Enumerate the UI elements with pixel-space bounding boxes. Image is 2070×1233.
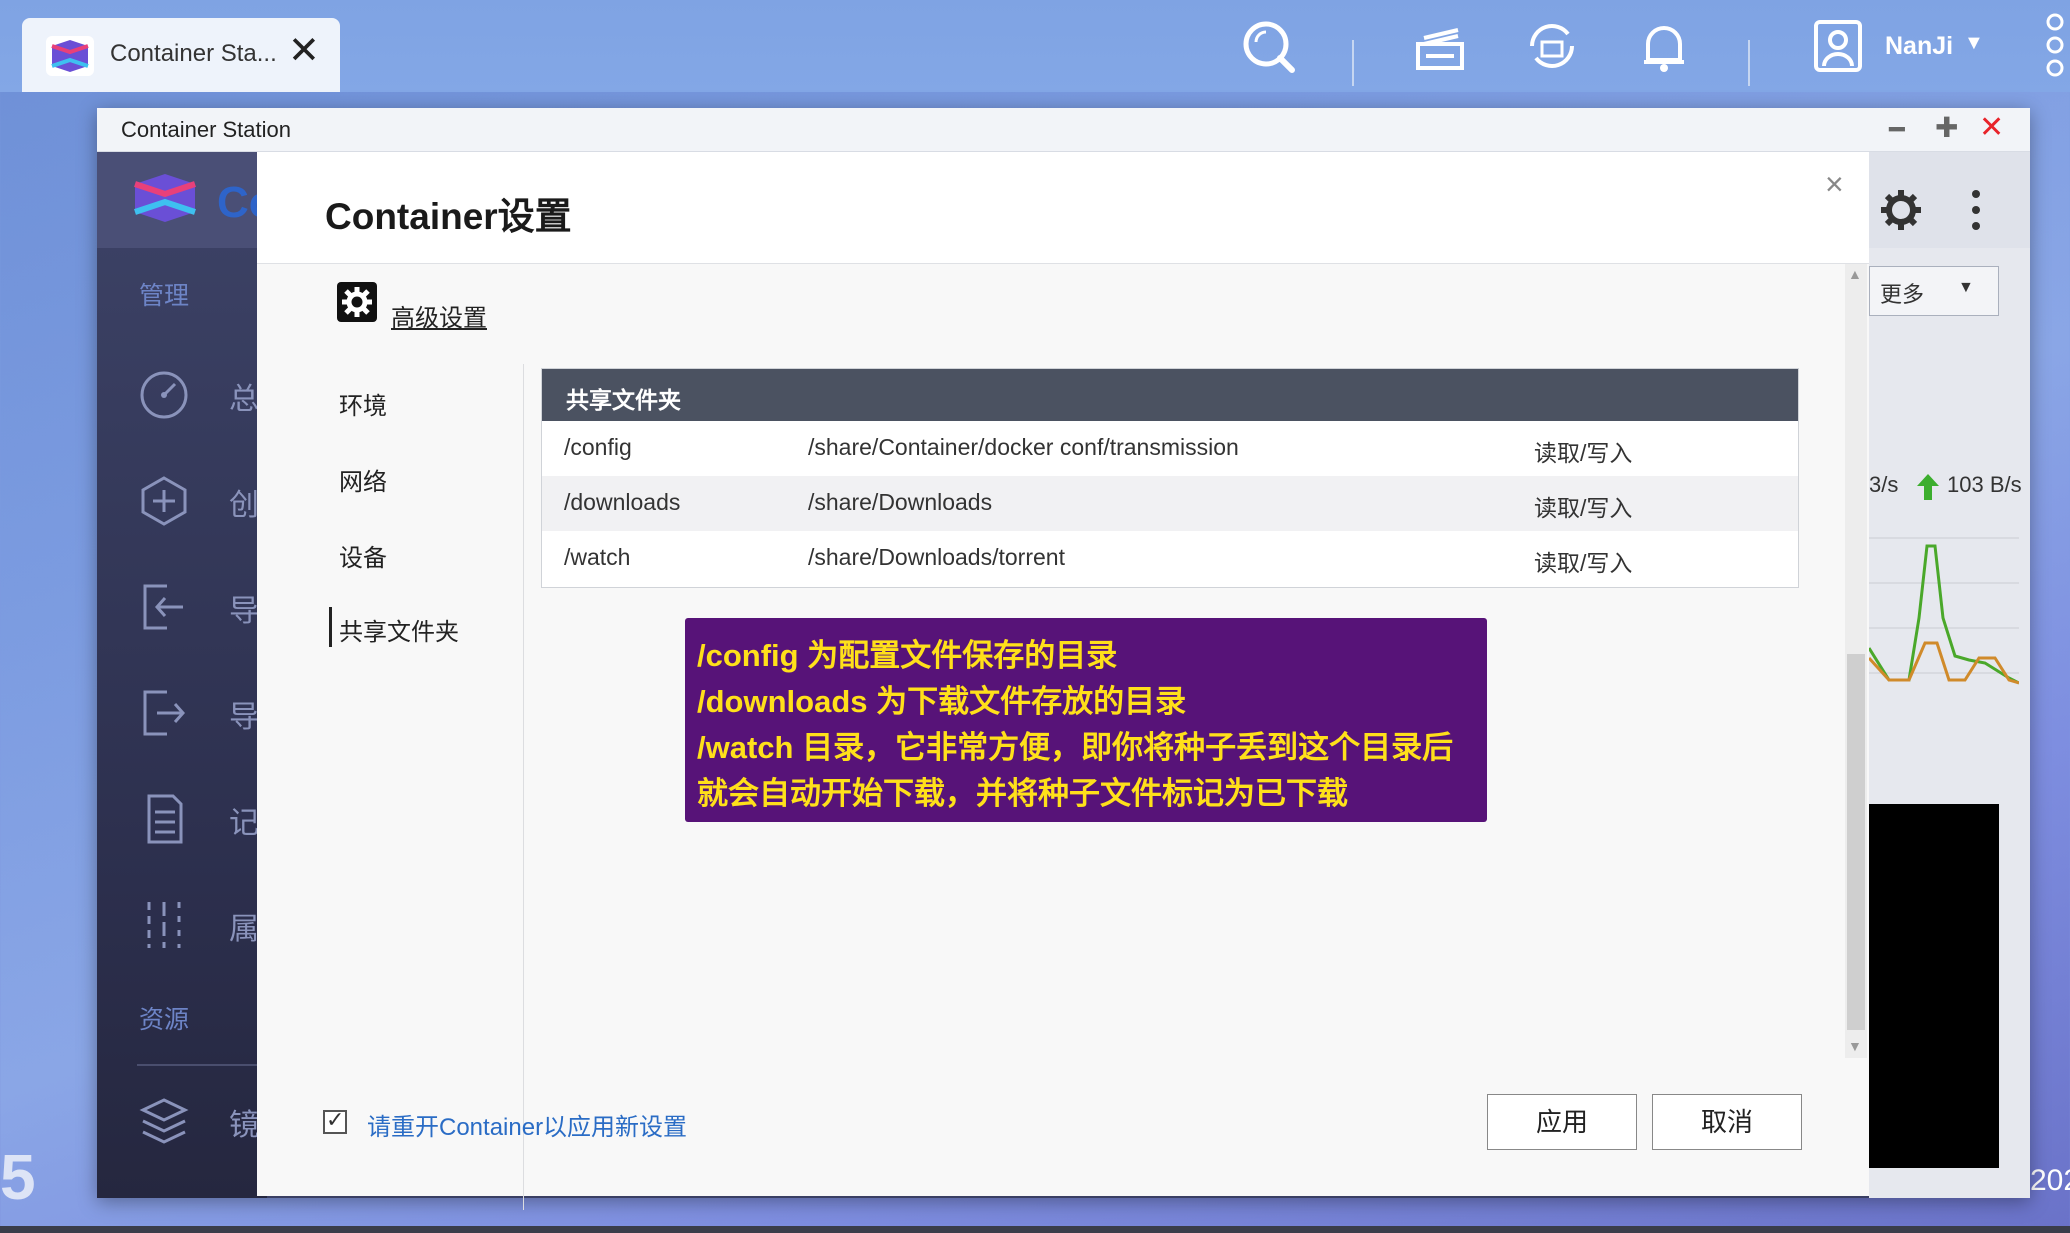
user-name-menu[interactable]: NanJi [1885, 32, 1953, 61]
dialog-header: Container设置 × [257, 152, 1869, 264]
dialog-title: Container设置 [325, 196, 572, 237]
sidebar-section-manage: 管理 [139, 282, 190, 310]
advanced-settings-link[interactable]: 高级设置 [391, 298, 487, 333]
permission-cell: 读取/写入 [1534, 440, 1633, 466]
scroll-up-icon[interactable]: ▲ [1848, 266, 1862, 282]
sidebar-item-overview[interactable]: 总 [229, 374, 259, 418]
sidebar-section-resources: 资源 [139, 1006, 190, 1034]
desktop-clock-fragment: 202 [2030, 1164, 2070, 1197]
mount-point-cell: /downloads [564, 489, 681, 515]
sidebar-divider [137, 1064, 267, 1066]
dashboard-icon[interactable] [137, 368, 191, 422]
mount-point-cell: /config [564, 434, 632, 460]
dialog-close-button[interactable]: × [1825, 166, 1844, 203]
annotation-line: /downloads 为下载文件存放的目录 [697, 684, 1187, 719]
annotation-line: /watch 目录，它非常方便，即你将种子丢到这个目录后 [697, 730, 1454, 765]
more-dropdown-label: 更多 [1880, 282, 1925, 307]
sidebar-item-log[interactable]: 记 [229, 798, 259, 842]
shared-folders-table: 共享文件夹 /config /share/Container/docker co… [541, 368, 1799, 588]
table-header-label: 共享文件夹 [566, 387, 681, 413]
container-station-logo-icon [134, 174, 196, 222]
tab-environment[interactable]: 环境 [339, 386, 387, 421]
sidebar-item-properties[interactable]: 属 [229, 904, 259, 948]
dialog-scrollbar[interactable]: ▲ ▼ [1845, 264, 1867, 1058]
task-queue-icon[interactable] [1410, 16, 1470, 76]
network-download-speed: 3/s [1869, 472, 1899, 497]
apply-button[interactable]: 应用 [1487, 1094, 1637, 1150]
table-row[interactable]: /config /share/Container/docker conf/tra… [542, 421, 1798, 476]
window-titlebar[interactable]: Container Station ━ ✚ ✕ [97, 108, 2030, 152]
more-dropdown[interactable]: 更多 ▼ [1869, 266, 1999, 316]
app-tab-container-station[interactable]: Container Sta... ✕ [22, 18, 340, 92]
notification-bell-icon[interactable] [1634, 16, 1694, 76]
log-icon[interactable] [137, 792, 191, 846]
permission-cell: 读取/写入 [1534, 495, 1633, 521]
scrollbar-thumb[interactable] [1847, 654, 1865, 1030]
table-header: 共享文件夹 [542, 369, 1798, 421]
sync-icon[interactable] [1522, 16, 1582, 76]
annotation-line: 就会自动开始下载，并将种子文件标记为已下载 [697, 776, 1348, 811]
app-tab-close-button[interactable]: ✕ [288, 32, 320, 70]
mount-point-cell: /watch [564, 544, 631, 570]
desktop-taskbar: Container Sta... ✕ NanJi ▼ [0, 0, 2070, 92]
permission-cell: 读取/写入 [1534, 550, 1633, 576]
desktop-bottom-edge [0, 1226, 2070, 1233]
more-options-icon[interactable] [2040, 12, 2070, 78]
tab-network[interactable]: 网络 [339, 462, 387, 497]
sidebar-item-import[interactable]: 导 [229, 586, 259, 630]
annotation-overlay: /config 为配置文件保存的目录 /downloads 为下载文件存放的目录… [685, 618, 1487, 822]
chevron-down-icon[interactable]: ▼ [1964, 32, 1984, 55]
console-preview [1869, 804, 1999, 1168]
container-settings-dialog: Container设置 × 高级设置 环境 网络 设备 共享文件夹 共享文件夹 … [257, 152, 1869, 1210]
search-icon[interactable] [1238, 16, 1298, 76]
app-tab-title: Container Sta... [110, 40, 277, 67]
active-tab-indicator [329, 607, 332, 647]
annotation-line: /config 为配置文件保存的目录 [697, 638, 1118, 673]
host-path-cell: /share/Downloads [808, 489, 993, 515]
taskbar-separator [1748, 40, 1750, 86]
nav-divider [523, 364, 524, 1210]
sidebar-item-export[interactable]: 导 [229, 692, 259, 736]
container-station-logo-icon [46, 36, 94, 76]
properties-icon[interactable] [137, 898, 191, 952]
window-title: Container Station [121, 117, 291, 142]
table-row[interactable]: /downloads /share/Downloads 读取/写入 [542, 476, 1798, 531]
table-row[interactable]: /watch /share/Downloads/torrent 读取/写入 [542, 531, 1798, 586]
restart-checkbox[interactable]: ✓ [323, 1107, 347, 1134]
network-upload-speed: 103 B/s [1947, 472, 2022, 497]
tab-devices[interactable]: 设备 [339, 538, 387, 573]
sidebar-item-create[interactable]: 创 [229, 480, 259, 524]
gear-icon [337, 282, 377, 322]
import-icon[interactable] [137, 580, 191, 634]
create-icon[interactable] [137, 474, 191, 528]
desktop-widget-fragment: 5 [0, 1141, 36, 1213]
images-layers-icon[interactable] [137, 1094, 191, 1148]
network-traffic-chart [1869, 537, 2019, 685]
kebab-menu-icon[interactable] [1969, 188, 1983, 232]
host-path-cell: /share/Downloads/torrent [808, 544, 1065, 570]
minimize-button[interactable]: ━ [1889, 116, 1905, 142]
cancel-button[interactable]: 取消 [1652, 1094, 1802, 1150]
taskbar-separator [1352, 40, 1354, 86]
export-icon[interactable] [137, 686, 191, 740]
close-window-button[interactable]: ✕ [1979, 113, 2004, 143]
tab-shared-folders[interactable]: 共享文件夹 [339, 612, 459, 647]
upload-arrow-icon [1917, 474, 1939, 500]
settings-gear-icon[interactable] [1879, 188, 1923, 232]
sidebar-item-images[interactable]: 镜 [229, 1100, 259, 1144]
host-path-cell: /share/Container/docker conf/transmissio… [808, 434, 1239, 460]
restart-checkbox-label[interactable]: 请重开Container以应用新设置 [367, 1107, 687, 1142]
scroll-down-icon[interactable]: ▼ [1848, 1038, 1862, 1054]
user-avatar-icon[interactable] [1808, 16, 1868, 76]
chevron-down-icon: ▼ [1958, 279, 1974, 296]
checkmark-icon: ✓ [326, 1107, 345, 1132]
maximize-button[interactable]: ✚ [1935, 114, 1958, 142]
